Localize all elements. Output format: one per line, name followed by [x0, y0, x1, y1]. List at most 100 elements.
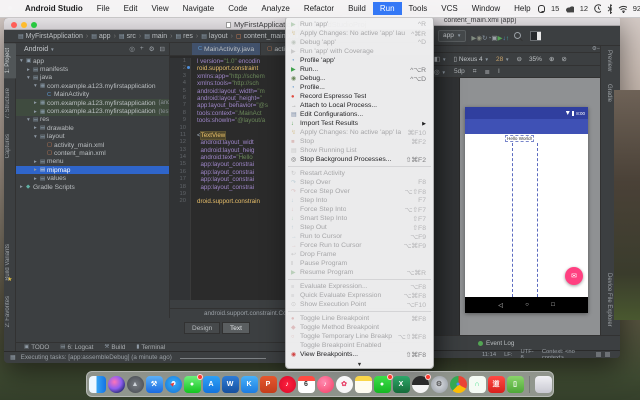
cloud-icon[interactable] [565, 5, 573, 13]
toolwindow-tab-1-project[interactable]: 1: Project [4, 43, 16, 78]
tree-item-layout[interactable]: ▾ ▤ layout [16, 133, 169, 141]
toolbar-icon[interactable]: ↑ [506, 35, 509, 42]
dock-app-green-app[interactable]: ▯ [507, 376, 524, 393]
zoom-in-button[interactable]: ⊕ [549, 55, 554, 63]
gutter-marker-icon[interactable] [187, 66, 190, 69]
dock-app-safari[interactable]: ▸ [165, 376, 182, 393]
menu-item-attach-to-local-process[interactable]: → Attach to Local Process... ▶ [286, 101, 433, 110]
menu-item-run[interactable]: ▶ Run... ^⌥R ▶ [286, 65, 433, 74]
menubar-item-navigate[interactable]: Navigate [176, 2, 222, 15]
dock-app-powerpoint[interactable]: P [260, 376, 277, 393]
minimize-button[interactable] [21, 22, 27, 28]
dock-app-keynote[interactable]: K [241, 376, 258, 393]
menu-item-pause-program[interactable]: ‖ Pause Program ▶ [286, 259, 433, 268]
toolwindow-tab-preview[interactable]: Preview [601, 46, 613, 75]
show-constraints-icon[interactable]: ◎ ▼ [434, 68, 446, 76]
dock-app-messages[interactable]: ● [184, 376, 201, 393]
bluetooth-icon[interactable] [607, 4, 612, 14]
menu-item-step-out[interactable]: ↑ Step Out ⇧F8 ▶ [286, 223, 433, 232]
caret-position[interactable]: 11:14 [482, 352, 496, 358]
dock-app-photos[interactable]: ✿ [336, 376, 353, 393]
tree-item-activity-main-xml[interactable]: ▢ activity_main.xml [16, 141, 169, 149]
toolwindow-button-terminal[interactable]: ▮ Terminal [136, 344, 165, 351]
menubar-item-edit[interactable]: Edit [117, 2, 145, 15]
menu-item-force-step-over[interactable]: ↷ Force Step Over ⌥⇧F8 ▶ [286, 187, 433, 196]
toolwindow-button-6-logcat[interactable]: ▤ 6: Logcat [60, 344, 93, 351]
api-level-select[interactable]: 28 ▼ [496, 56, 510, 63]
menu-item-debug[interactable]: ◉ Debug... ^⌥D ▶ [286, 74, 433, 83]
dock-app-app-store[interactable]: A [203, 376, 220, 393]
toolwindow-button-todo[interactable]: ▣ TODO [24, 344, 49, 351]
tree-item-menu[interactable]: ▸ ▤ menu [16, 158, 169, 166]
run-configuration-select[interactable]: app ▼ [438, 30, 466, 42]
device-select[interactable]: ▯ Nexus 4 ▼ [453, 55, 489, 63]
context-indicator[interactable]: Context: <no context> [542, 349, 588, 359]
dock-app-qq[interactable] [412, 376, 429, 393]
close-button[interactable] [11, 22, 17, 28]
tree-item-drawable[interactable]: ▸ ▤ drawable [16, 124, 169, 132]
tree-item-res[interactable]: ▾ ▤ res [16, 116, 169, 124]
tree-item-com-example-a123-myfirstapplication[interactable]: ▸ ▦ com.example.a123.myfirstapplication … [16, 107, 169, 115]
chat-status-icon[interactable] [538, 5, 545, 13]
panel-header-icon[interactable]: + [140, 45, 144, 53]
menubar-item-run[interactable]: Run [373, 2, 402, 15]
preview-content[interactable]: Hello World! ✉ [465, 134, 588, 297]
breadcrumb-layout[interactable]: ▤ layout [193, 33, 228, 40]
menu-item-step-into[interactable]: ↓ Step Into F7 ▶ [286, 196, 433, 205]
layout-preview-phone[interactable]: 8:00 Hello World! ✉ ◁ ○ □ [465, 107, 588, 313]
menu-item-run-to-cursor[interactable]: → Run to Cursor ⌥F9 ▶ [286, 232, 433, 241]
tree-item-values[interactable]: ▸ ▤ values [16, 174, 169, 182]
dock-app-wechat[interactable]: ● [374, 376, 391, 393]
menu-item-edit-configurations[interactable]: ▤ Edit Configurations... ▶ [286, 110, 433, 119]
line-ending-indicator[interactable]: LF: [504, 352, 512, 358]
dock-app-launchpad[interactable]: ▲ [127, 376, 144, 393]
menubar-item-window[interactable]: Window [465, 2, 507, 15]
infer-constraints-icon[interactable]: I [498, 68, 500, 75]
menu-item-resume-program[interactable]: ▶ Resume Program ⌥⌘R ▶ [286, 268, 433, 277]
highlight-level-icon[interactable] [605, 352, 610, 357]
breadcrumb-app[interactable]: ▤ app [83, 33, 111, 40]
zoom-out-button[interactable]: ⊖ [516, 55, 521, 63]
menubar-item-view[interactable]: View [144, 2, 175, 15]
toolwindow-toggle-icon[interactable]: ▦ [10, 354, 16, 361]
tree-item-com-example-a123-myfirstapplication[interactable]: ▸ ▦ com.example.a123.myfirstapplication … [16, 99, 169, 107]
menubar-item-analyze[interactable]: Analyze [254, 2, 296, 15]
dock-app-chrome[interactable]: ● [450, 376, 467, 393]
menu-item-drop-frame[interactable]: ↩ Drop Frame ▶ [286, 250, 433, 259]
dock-app-youdao-dict[interactable]: 道 [488, 376, 505, 393]
whats-new-panel-icon[interactable] [530, 31, 541, 41]
breadcrumb-src[interactable]: ▤ src [111, 33, 136, 40]
menu-item-record-espresso-test[interactable]: ● Record Espresso Test ▶ [286, 92, 433, 101]
menu-item-profile-app[interactable]: ◔ Profile 'app' ▶ [286, 56, 433, 65]
maximize-button[interactable] [31, 22, 37, 28]
menu-item-show-running-list[interactable]: ▤ Show Running List ▶ [286, 146, 433, 155]
menubar-item-file[interactable]: File [90, 2, 117, 15]
tree-item-app[interactable]: ▾ ▣ app [16, 57, 169, 65]
menu-item-run-app-with-coverage[interactable]: ▶ Run 'app' with Coverage ▶ [286, 47, 433, 56]
dock-app-word[interactable]: W [222, 376, 239, 393]
breadcrumb-main[interactable]: ▤ main [136, 33, 167, 40]
tab-design[interactable]: Design [184, 322, 220, 334]
menu-item-toggle-method-breakpoint[interactable]: ◆ Toggle Method Breakpoint ▶ [286, 323, 433, 332]
zoom-fit-button[interactable]: ⊘ [561, 55, 566, 63]
menu-item-evaluate-expression[interactable]: ≡ Evaluate Expression... ⌥F8 ▶ [286, 282, 433, 291]
menu-item-profile[interactable]: ◔ Profile... ▶ [286, 83, 433, 92]
toolwindow-tab-captures[interactable]: Captures [4, 129, 16, 163]
toolwindow-button-build[interactable]: ⚒ Build [104, 344, 125, 351]
clock-icon[interactable] [594, 4, 601, 13]
dock-app-notes[interactable] [355, 376, 372, 393]
menubar-item-vcs[interactable]: VCS [434, 2, 464, 15]
menu-item-force-run-to-cursor[interactable]: → Force Run to Cursor ⌥⌘F9 ▶ [286, 241, 433, 250]
menu-item-force-step-into[interactable]: ↓ Force Step Into ⌥⇧F7 ▶ [286, 205, 433, 214]
tree-item-manifests[interactable]: ▸ ▤ manifests [16, 65, 169, 73]
menubar-item-tools[interactable]: Tools [402, 2, 435, 15]
menu-item-show-execution-point[interactable]: ⊙ Show Execution Point ⌥F10 ▶ [286, 300, 433, 309]
dock-app-itunes[interactable]: ♪ [317, 376, 334, 393]
menu-item-run-app[interactable]: ▶ Run 'app' ^R ▶ [286, 20, 433, 29]
tree-item-mipmap[interactable]: ▸ ▤ mipmap [16, 166, 169, 174]
toolwindow-tab-gradle[interactable]: Gradle [601, 80, 613, 106]
breadcrumb-res[interactable]: ▤ res [167, 33, 193, 40]
dock-app-system-preferences[interactable]: ⚙ [431, 376, 448, 393]
menu-item-quick-evaluate-expression[interactable]: ≡ Quick Evaluate Expression ⌥⌘F8 ▶ [286, 291, 433, 300]
panel-header-icon[interactable]: ⚙ [149, 45, 155, 53]
